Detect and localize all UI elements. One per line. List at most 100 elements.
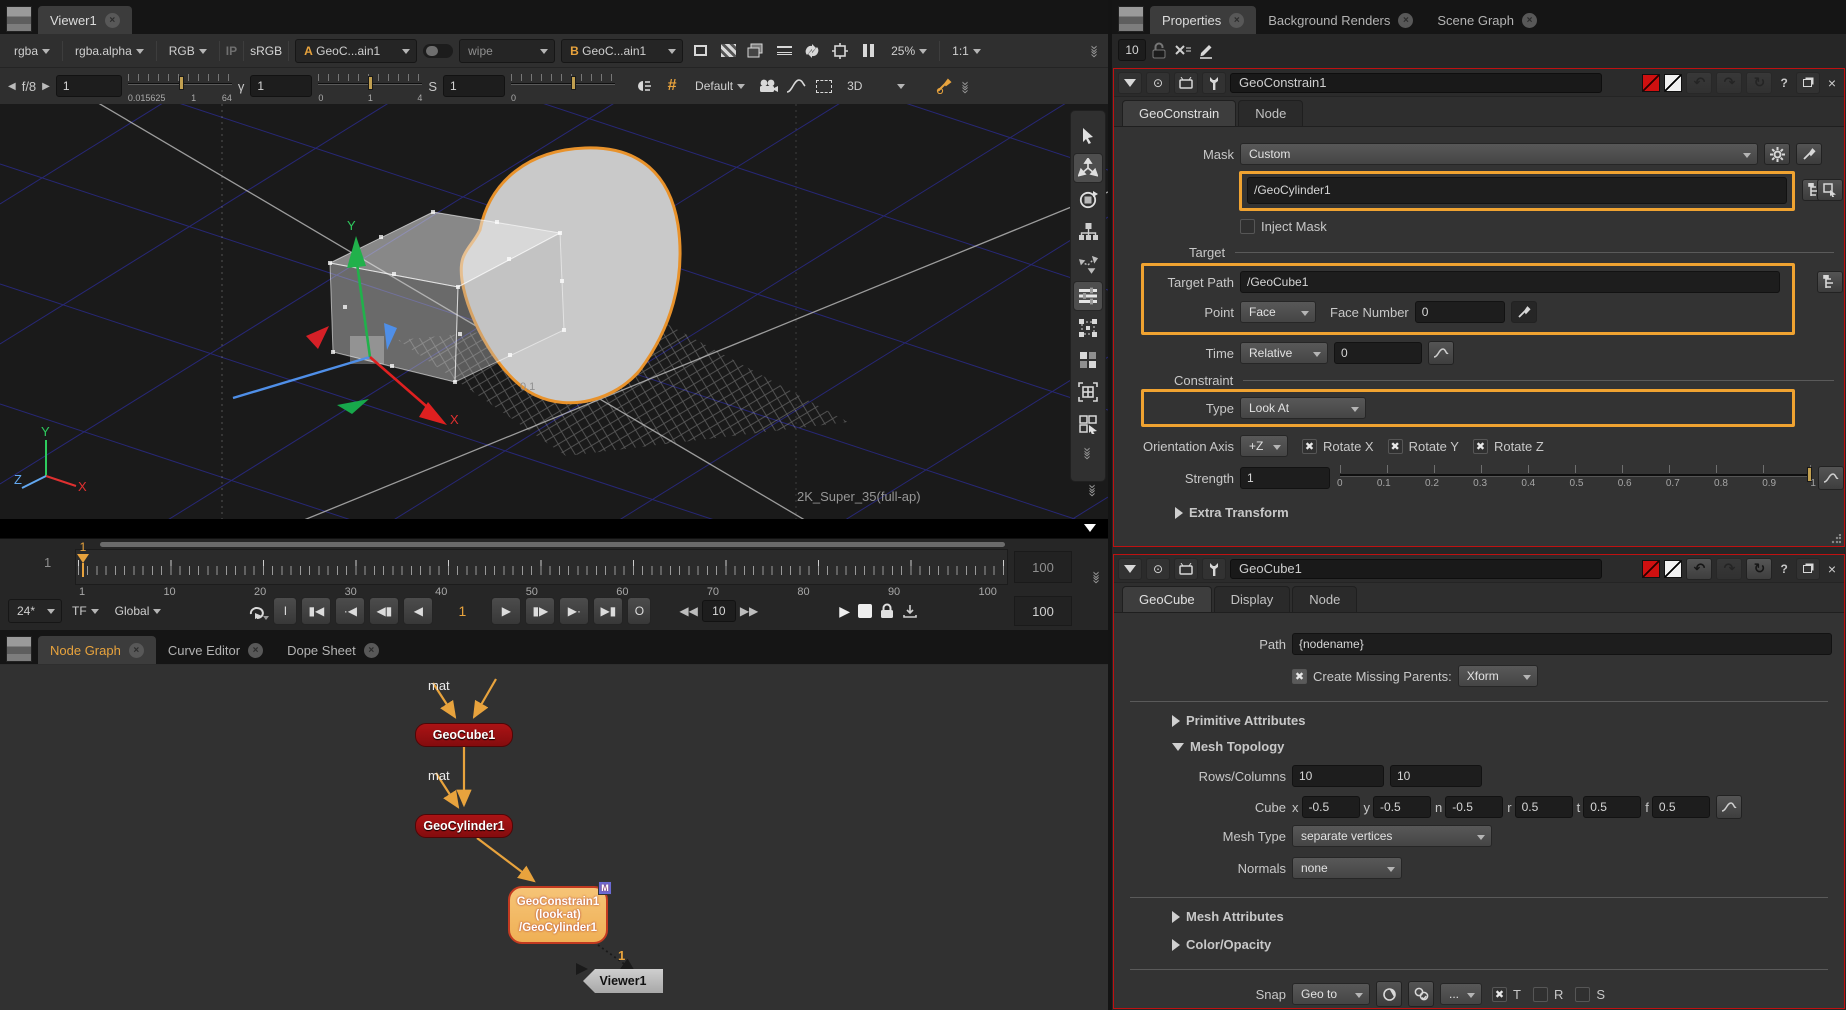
jump-back-button[interactable]	[679, 604, 697, 618]
tab-display[interactable]: Display	[1214, 586, 1291, 612]
point-dropdown[interactable]: Face	[1240, 301, 1316, 323]
rows-field[interactable]: 10	[1292, 765, 1384, 787]
tab-geocube[interactable]: GeoCube	[1122, 586, 1212, 612]
multi-slider-icon[interactable]	[1073, 281, 1103, 311]
node-geocylinder1[interactable]: GeoCylinder1	[415, 814, 513, 838]
grid-2x2-icon[interactable]	[1073, 345, 1103, 375]
tab-node-graph[interactable]: Node Graph×	[38, 636, 156, 664]
close-icon[interactable]: ×	[248, 643, 263, 658]
saturation-input[interactable]: 1	[443, 75, 505, 97]
mesh-topology-row[interactable]: Mesh Topology	[1114, 739, 1844, 754]
viewport-chevron-icon[interactable]: »»	[1085, 484, 1100, 494]
set-in-button[interactable]: I	[273, 597, 297, 625]
set-out-button[interactable]: O	[627, 597, 651, 625]
lock-panels-icon[interactable]	[1152, 42, 1167, 59]
close-icon[interactable]: ×	[129, 643, 144, 658]
step-forward-button[interactable]	[525, 597, 555, 625]
tab-background-renders[interactable]: Background Renders×	[1256, 6, 1425, 34]
center-node-icon[interactable]: ⊙	[1146, 558, 1170, 580]
fit-frame-icon[interactable]	[1073, 377, 1103, 407]
mesh-type-dropdown[interactable]: separate vertices	[1292, 825, 1492, 847]
gain-input[interactable]: 1	[56, 75, 122, 97]
close-all-panels-icon[interactable]	[1173, 43, 1192, 58]
play-backward-button[interactable]	[403, 597, 433, 625]
revert-button[interactable]: ↻	[1746, 558, 1772, 580]
cube-extent-field[interactable]: t0.5	[1577, 796, 1642, 818]
edit-icon[interactable]	[1198, 42, 1214, 59]
more-chevron-icon[interactable]: »»	[959, 81, 974, 91]
panel-corner-icon[interactable]	[6, 636, 32, 662]
pick-object-icon[interactable]	[1817, 179, 1843, 201]
redo-button[interactable]: ↷	[1716, 558, 1742, 580]
viewport-3d[interactable]: Y X 0.1 Y X Z 2K_Super_35(full-ap) »»	[0, 104, 1108, 519]
node-name-field[interactable]: GeoConstrain1	[1230, 73, 1602, 93]
lock-range-icon[interactable]	[880, 603, 894, 619]
goto-end-button[interactable]	[593, 597, 623, 625]
fps-dropdown[interactable]: 24*	[8, 599, 62, 623]
layers-menu-icon[interactable]	[773, 41, 795, 61]
range-mode-dropdown[interactable]: Global	[109, 600, 168, 622]
constraint-type-dropdown[interactable]: Look At	[1240, 397, 1366, 419]
skew-tool-icon[interactable]	[1073, 249, 1103, 279]
next-arrow-icon[interactable]: ▶	[42, 81, 50, 92]
refresh-icon[interactable]	[801, 41, 823, 61]
panel-corner-icon[interactable]	[6, 6, 32, 32]
revert-button[interactable]: ↻	[1746, 72, 1772, 94]
orientation-axis-dropdown[interactable]: +Z	[1240, 435, 1288, 457]
close-icon[interactable]: ×	[364, 643, 379, 658]
collapse-triangle-icon[interactable]	[1118, 558, 1142, 580]
cube-extent-field[interactable]: r0.5	[1507, 796, 1572, 818]
target-path-field[interactable]: /GeoCube1	[1240, 271, 1780, 293]
snap-r-checkbox[interactable]	[1533, 987, 1548, 1002]
toolbar-chevron-icon[interactable]: »»	[1081, 447, 1096, 457]
cube-extent-field[interactable]: f0.5	[1645, 796, 1710, 818]
color-opacity-row[interactable]: Color/Opacity	[1114, 937, 1844, 952]
tab-geoconstrain[interactable]: GeoConstrain	[1122, 100, 1236, 126]
tab-scene-graph[interactable]: Scene Graph×	[1425, 6, 1549, 34]
view-mode-dropdown[interactable]: 3D	[841, 75, 911, 97]
wrench-icon[interactable]	[1202, 72, 1226, 94]
center-node-icon[interactable]: ⊙	[1146, 72, 1170, 94]
timeline-chevron-icon[interactable]: »»	[1089, 571, 1104, 581]
colorspace-dropdown[interactable]: sRGB	[250, 44, 282, 58]
mask-path-field[interactable]: /GeoCylinder1	[1247, 177, 1787, 204]
frame-increment[interactable]: 10	[702, 600, 736, 622]
mesh-attributes-row[interactable]: Mesh Attributes	[1114, 909, 1844, 924]
extra-transform-row[interactable]: Extra Transform	[1114, 505, 1844, 520]
animation-curve-icon[interactable]	[1716, 795, 1742, 819]
close-icon[interactable]: ×	[1398, 13, 1413, 28]
grid-snap-icon[interactable]: #	[661, 76, 683, 96]
create-missing-dropdown[interactable]: Xform	[1458, 665, 1538, 687]
prev-arrow-icon[interactable]: ◀	[8, 81, 16, 92]
fstop-label[interactable]: f/8	[22, 79, 36, 94]
cube-extent-field[interactable]: y-0.5	[1364, 796, 1432, 818]
monitor-icon[interactable]	[1174, 72, 1198, 94]
pixel-aspect-dropdown[interactable]: 1:1	[946, 40, 987, 62]
node-color-swatch[interactable]	[1642, 560, 1660, 578]
jump-forward-button[interactable]	[740, 604, 758, 618]
pick-face-eyedropper-icon[interactable]	[1511, 301, 1537, 323]
input-b-dropdown[interactable]: B GeoC...ain1	[561, 39, 683, 63]
translate-tool-icon[interactable]	[1073, 153, 1103, 183]
tab-viewer1[interactable]: Viewer1 ×	[38, 6, 132, 34]
animation-curve-icon[interactable]	[1428, 341, 1454, 365]
tab-properties[interactable]: Properties×	[1150, 6, 1256, 34]
normals-dropdown[interactable]: none	[1292, 857, 1402, 879]
gamma-input[interactable]: 1	[250, 75, 312, 97]
strength-slider[interactable]: 00.10.20.30.40.50.60.70.80.91	[1340, 465, 1812, 491]
face-number-field[interactable]: 0	[1415, 301, 1505, 323]
time-mode-dropdown[interactable]: Relative	[1240, 342, 1328, 364]
roi-icon[interactable]	[829, 41, 851, 61]
float-panel-icon[interactable]	[1796, 558, 1820, 580]
lut-curve-icon[interactable]	[785, 76, 807, 96]
snap-s-checkbox[interactable]	[1575, 987, 1590, 1002]
undo-button[interactable]: ↶	[1686, 558, 1712, 580]
select-tool-icon[interactable]	[1073, 121, 1103, 151]
path-field[interactable]: {nodename}	[1292, 633, 1832, 655]
pause-icon[interactable]	[857, 41, 879, 61]
rotate-z-checkbox[interactable]: ✖	[1473, 439, 1488, 454]
step-back-button[interactable]	[369, 597, 399, 625]
eyedropper-icon[interactable]	[1796, 143, 1822, 165]
frame-ruler[interactable]: 1102030405060708090100 1	[75, 549, 1008, 585]
scale-tool-icon[interactable]	[1073, 217, 1103, 247]
